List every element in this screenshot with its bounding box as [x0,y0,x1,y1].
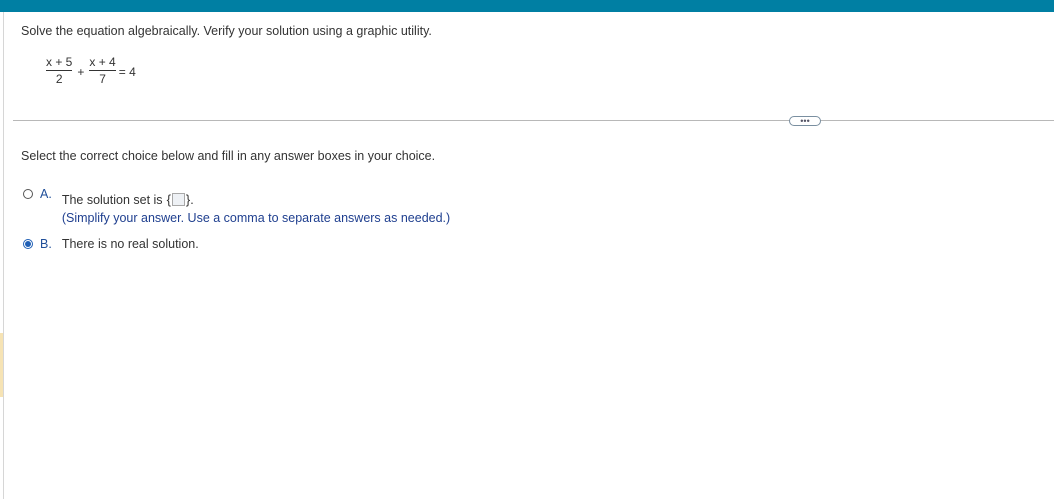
section-divider [13,120,1054,121]
choice-a-text: The solution set is [61,192,163,207]
fraction-1: x + 5 2 [46,55,73,86]
choice-a-hint: (Simplify your answer. Use a comma to se… [61,211,451,225]
choice-a-letter: A. [40,187,52,201]
more-options-button[interactable]: ••• [789,116,821,126]
choice-b[interactable]: B. There is no real solution. [23,237,199,251]
fraction-1-denominator: 2 [55,72,63,86]
left-border [3,12,4,499]
choice-b-radio[interactable] [23,239,33,249]
brace-open: { [166,192,171,207]
equation-rhs: = 4 [118,64,136,79]
choice-prompt: Select the correct choice below and fill… [21,149,436,163]
left-accent-bar [0,333,3,397]
fraction-2-denominator: 7 [99,72,106,86]
top-bar [0,0,1054,12]
equation: x + 5 2 + x + 4 7 = 4 [46,55,141,86]
choice-a-period: . [190,192,194,207]
choice-a-radio[interactable] [23,189,33,199]
choice-a-body: The solution set is { } . (Simplify your… [62,192,450,225]
fraction-2-numerator: x + 4 [89,55,116,69]
choice-b-body: There is no real solution. [62,237,199,251]
plus-operator: + [77,64,85,79]
choice-b-letter: B. [40,237,52,251]
choice-a-line: The solution set is { } . [62,192,450,207]
choice-b-text: There is no real solution. [61,237,199,251]
choice-a[interactable]: A. The solution set is { } . (Simplify y… [23,187,450,225]
fraction-2: x + 4 7 [89,55,116,86]
question-instructions: Solve the equation algebraically. Verify… [21,24,432,38]
fraction-1-numerator: x + 5 [46,55,73,69]
solution-answer-box[interactable] [171,193,185,206]
